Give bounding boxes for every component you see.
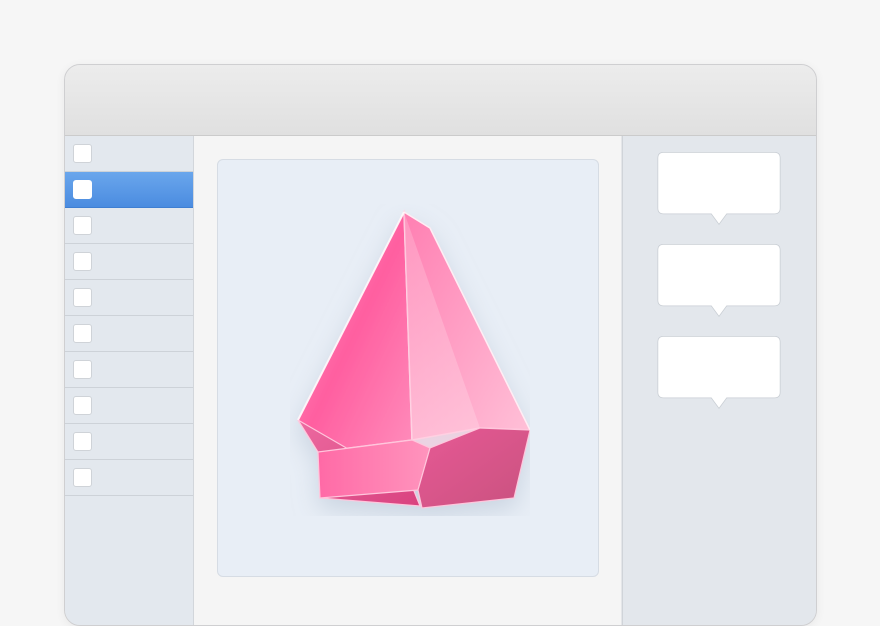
sidebar-item-5[interactable] [65, 280, 193, 316]
callout-bubble-3[interactable] [639, 336, 799, 416]
sidebar-item-4[interactable] [65, 244, 193, 280]
sidebar-checkbox-8[interactable] [73, 396, 92, 415]
sidebar-item-3[interactable] [65, 208, 193, 244]
sidebar-checkbox-3[interactable] [73, 216, 92, 235]
inspector-panel [622, 136, 816, 625]
sidebar-item-1[interactable] [65, 136, 193, 172]
sidebar-checkbox-6[interactable] [73, 324, 92, 343]
sidebar-checkbox-5[interactable] [73, 288, 92, 307]
sidebar-item-2[interactable] [65, 172, 193, 208]
sidebar-checkbox-10[interactable] [73, 468, 92, 487]
sidebar-checkbox-4[interactable] [73, 252, 92, 271]
sidebar-checkbox-2[interactable] [73, 180, 92, 199]
sidebar-item-6[interactable] [65, 316, 193, 352]
app-window [64, 64, 817, 626]
callout-bubble-1[interactable] [639, 152, 799, 232]
sidebar-checkbox-1[interactable] [73, 144, 92, 163]
sidebar-item-7[interactable] [65, 352, 193, 388]
sidebar-checkbox-7[interactable] [73, 360, 92, 379]
title-bar[interactable] [65, 65, 816, 136]
sidebar-checkbox-9[interactable] [73, 432, 92, 451]
sidebar-item-10[interactable] [65, 460, 193, 496]
sidebar [65, 136, 194, 625]
sidebar-item-9[interactable] [65, 424, 193, 460]
sidebar-item-8[interactable] [65, 388, 193, 424]
callout-bubble-2[interactable] [639, 244, 799, 324]
main-content [194, 136, 621, 625]
pink-crystal-gem-icon [297, 209, 530, 509]
preview-card [217, 159, 599, 577]
